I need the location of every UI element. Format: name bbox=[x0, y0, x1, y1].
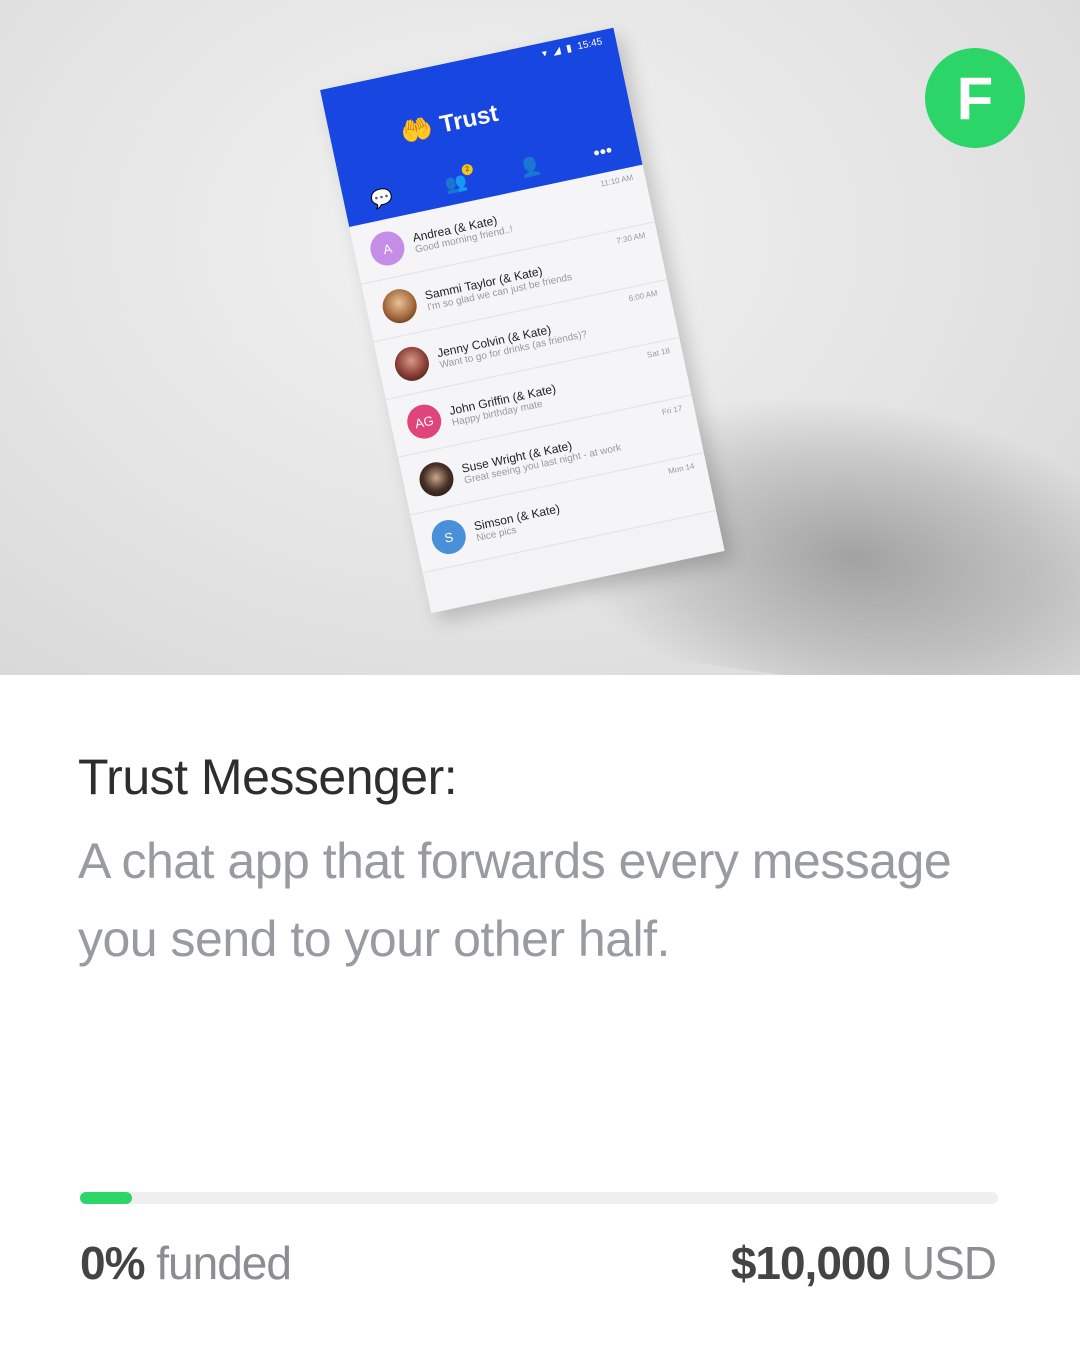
signal-icon: ◢ bbox=[551, 45, 562, 58]
more-dots-icon[interactable]: ••• bbox=[591, 140, 614, 164]
app-name: Trust bbox=[437, 99, 501, 138]
tab-badge: 2 bbox=[460, 163, 474, 177]
hero-image: ▾ ◢ ▮ 15:45 🤲 Trust 💬 👥 2 👤 ••• A Andrea… bbox=[0, 0, 1080, 675]
battery-icon: ▮ bbox=[565, 42, 573, 55]
avatar bbox=[379, 285, 420, 327]
status-bar: ▾ ◢ ▮ 15:45 bbox=[541, 36, 603, 60]
group-icon[interactable]: 👥 2 bbox=[443, 163, 474, 196]
app-brand: 🤲 Trust bbox=[398, 98, 501, 149]
goal-currency: USD bbox=[901, 1237, 997, 1289]
wifi-icon: ▾ bbox=[541, 48, 549, 60]
goal-amount: $10,000 bbox=[730, 1237, 891, 1289]
funding-goal: $10,000 USD bbox=[730, 1236, 997, 1290]
project-title: Trust Messenger: bbox=[78, 749, 458, 805]
brand-logo-icon[interactable]: F bbox=[925, 48, 1025, 148]
person-icon[interactable]: 👤 bbox=[517, 155, 543, 180]
avatar: S bbox=[428, 516, 469, 558]
funding-progress-fill bbox=[80, 1192, 133, 1204]
funding-progress-bar bbox=[80, 1192, 998, 1204]
avatar bbox=[416, 459, 457, 500]
funded-label: funded bbox=[156, 1237, 292, 1289]
conversation-list: A Andrea (& Kate) Good morning friend..!… bbox=[349, 164, 717, 574]
funded-percent: 0% bbox=[80, 1237, 145, 1289]
avatar: A bbox=[367, 228, 408, 269]
avatar bbox=[391, 343, 433, 385]
project-description: A chat app that forwards every message y… bbox=[78, 833, 952, 967]
phone-mockup-wrapper: ▾ ◢ ▮ 15:45 🤲 Trust 💬 👥 2 👤 ••• A Andrea… bbox=[0, 0, 1080, 675]
avatar: AG bbox=[404, 401, 445, 442]
chat-bubble-icon[interactable]: 💬 bbox=[369, 186, 395, 211]
status-time: 15:45 bbox=[576, 36, 604, 53]
trust-logo-icon: 🤲 bbox=[397, 111, 436, 148]
phone-mockup: ▾ ◢ ▮ 15:45 🤲 Trust 💬 👥 2 👤 ••• A Andrea… bbox=[320, 27, 725, 614]
funded-status: 0% funded bbox=[80, 1236, 292, 1290]
